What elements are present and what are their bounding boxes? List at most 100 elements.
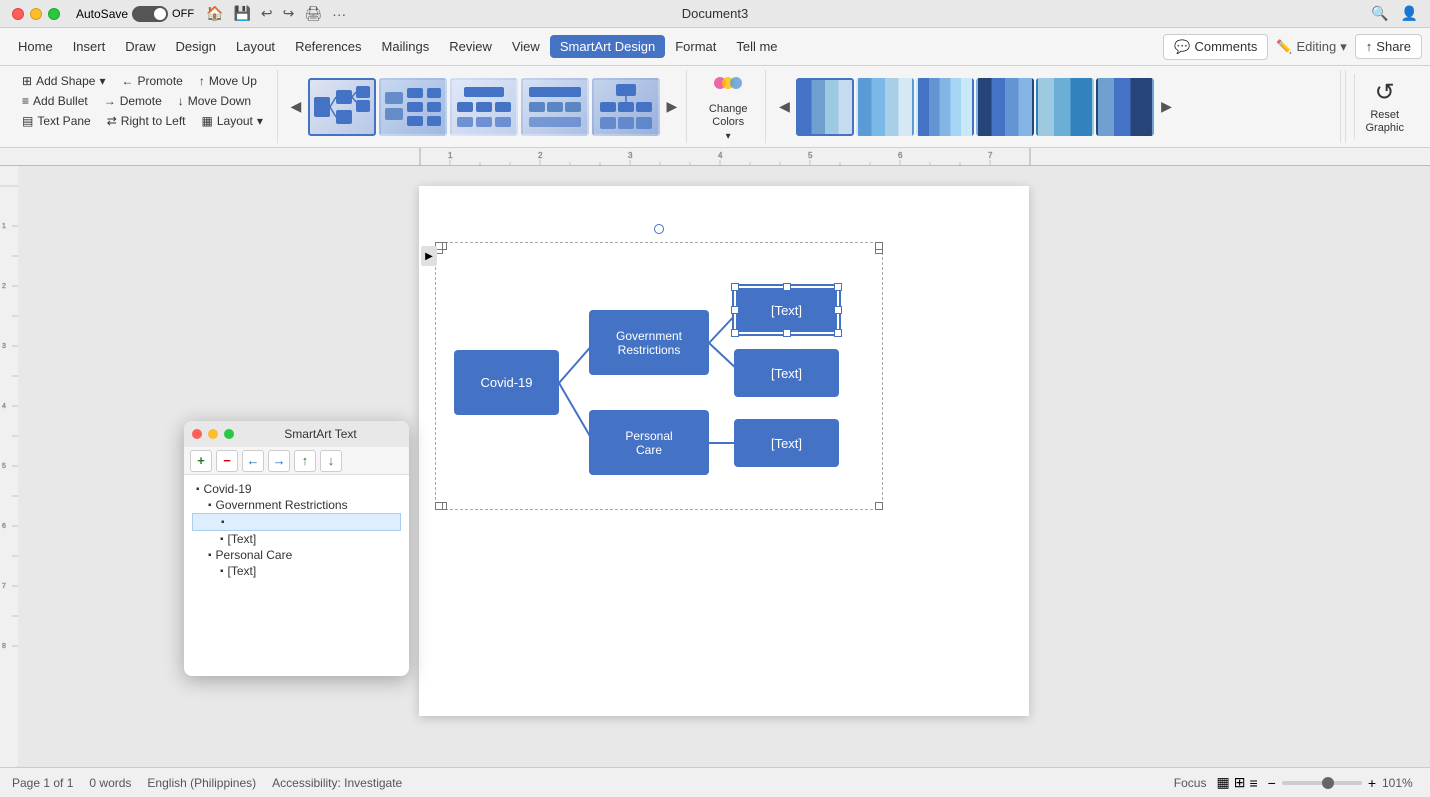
outer-handle-bl[interactable]: [435, 502, 443, 510]
document-area[interactable]: SmartArt Text + − ← → ↑ ↓ ▪ Covid-19: [18, 166, 1430, 767]
expand-left-button[interactable]: ▶: [421, 246, 437, 266]
handle-tl[interactable]: [731, 283, 739, 291]
layouts-scroll-right-button[interactable]: ▶: [662, 72, 682, 142]
menu-insert[interactable]: Insert: [63, 35, 116, 58]
panel-move-up-button[interactable]: ↑: [294, 450, 316, 472]
color-styles-scroll-left-button[interactable]: ◀: [774, 72, 794, 142]
right-to-left-button[interactable]: ⇄ Right to Left: [101, 112, 192, 130]
panel-maximize-button[interactable]: [224, 429, 234, 439]
color-style-3[interactable]: [916, 78, 974, 136]
panel-minimize-button[interactable]: [208, 429, 218, 439]
panel-item-covid[interactable]: ▪ Covid-19: [192, 481, 401, 497]
layout-style-1[interactable]: [308, 78, 376, 136]
web-layout-button[interactable]: ⊞: [1234, 774, 1246, 791]
close-button[interactable]: [12, 8, 24, 20]
focus-view-button[interactable]: ≡: [1249, 775, 1257, 791]
add-bullet-button[interactable]: ≡ Add Bullet: [16, 92, 94, 110]
layouts-scroll-left-button[interactable]: ◀: [286, 72, 306, 142]
outer-handle-tr[interactable]: [875, 242, 883, 250]
focus-button[interactable]: Focus: [1174, 776, 1207, 790]
menu-tell-me[interactable]: Tell me: [726, 35, 787, 58]
menu-review[interactable]: Review: [439, 35, 502, 58]
home-icon[interactable]: 🏠: [206, 5, 223, 22]
redo-icon[interactable]: ↪: [283, 5, 295, 22]
rotation-handle[interactable]: [654, 224, 664, 234]
zoom-out-button[interactable]: −: [1268, 775, 1276, 791]
maximize-button[interactable]: [48, 8, 60, 20]
panel-item-text1[interactable]: ▪ [Text]: [192, 531, 401, 547]
layout-style-5[interactable]: [592, 78, 660, 136]
zoom-level[interactable]: 101%: [1382, 776, 1418, 790]
panel-item-care[interactable]: ▪ Personal Care: [192, 547, 401, 563]
panel-close-button[interactable]: [192, 429, 202, 439]
menu-layout[interactable]: Layout: [226, 35, 285, 58]
chevron-down-icon[interactable]: ▾: [1340, 39, 1347, 55]
titlebar: AutoSave OFF 🏠 💾 ↩ ↪ 🖨 ··· Document3 🔍 👤: [0, 0, 1430, 28]
layout-button[interactable]: ▦ Layout ▾: [196, 112, 269, 130]
demote-button[interactable]: → Demote: [98, 92, 168, 110]
handle-ml[interactable]: [731, 306, 739, 314]
accessibility-info[interactable]: Accessibility: Investigate: [272, 776, 402, 790]
text-pane-button[interactable]: ▤ Text Pane: [16, 112, 97, 130]
smartart-diagram[interactable]: Covid-19 GovernmentRestrictions Personal…: [439, 246, 879, 506]
node-text-2[interactable]: [Text]: [734, 349, 839, 397]
node-text-3[interactable]: [Text]: [734, 419, 839, 467]
language-selector[interactable]: English (Philippines): [147, 776, 256, 790]
move-down-button[interactable]: ↓ Move Down: [172, 92, 257, 110]
handle-tr[interactable]: [834, 283, 842, 291]
promote-button[interactable]: ← Promote: [115, 72, 188, 90]
layout-style-2[interactable]: [379, 78, 447, 136]
share-button[interactable]: ↑ Share: [1355, 34, 1422, 59]
change-colors-button[interactable]: ChangeColors ▾: [699, 67, 758, 146]
handle-bl[interactable]: [731, 329, 739, 337]
panel-item-gov[interactable]: ▪ Government Restrictions: [192, 497, 401, 513]
panel-indent-right-button[interactable]: →: [268, 450, 290, 472]
handle-br[interactable]: [834, 329, 842, 337]
reset-graphic-button[interactable]: ↺ ResetGraphic: [1354, 74, 1414, 139]
add-shape-button[interactable]: ⊞ Add Shape ▾: [16, 72, 111, 90]
outer-handle-br[interactable]: [875, 502, 883, 510]
menu-home[interactable]: Home: [8, 35, 63, 58]
search-icon[interactable]: 🔍: [1371, 5, 1388, 22]
menu-draw[interactable]: Draw: [115, 35, 165, 58]
menu-view[interactable]: View: [502, 35, 550, 58]
panel-indent-left-button[interactable]: ←: [242, 450, 264, 472]
handle-bm[interactable]: [783, 329, 791, 337]
color-style-1[interactable]: [796, 78, 854, 136]
menu-format[interactable]: Format: [665, 35, 726, 58]
color-style-6[interactable]: [1096, 78, 1154, 136]
menu-smartart-design[interactable]: SmartArt Design: [550, 35, 665, 58]
panel-item-text2[interactable]: ▪ [Text]: [192, 563, 401, 579]
color-style-4[interactable]: [976, 78, 1034, 136]
comments-button[interactable]: 💬 Comments: [1163, 34, 1268, 60]
print-icon[interactable]: 🖨: [304, 5, 322, 22]
minimize-button[interactable]: [30, 8, 42, 20]
menu-design[interactable]: Design: [166, 35, 226, 58]
handle-tm[interactable]: [783, 283, 791, 291]
node-gov-restrictions[interactable]: GovernmentRestrictions: [589, 310, 709, 375]
menu-references[interactable]: References: [285, 35, 371, 58]
layout-style-3[interactable]: [450, 78, 518, 136]
panel-add-button[interactable]: +: [190, 450, 212, 472]
account-icon[interactable]: 👤: [1401, 5, 1418, 22]
panel-item-empty[interactable]: ▪: [192, 513, 401, 531]
node-covid[interactable]: Covid-19: [454, 350, 559, 415]
handle-mr[interactable]: [834, 306, 842, 314]
save-icon[interactable]: 💾: [233, 5, 250, 22]
undo-icon[interactable]: ↩: [261, 5, 273, 22]
zoom-in-button[interactable]: +: [1368, 775, 1376, 791]
zoom-slider[interactable]: [1282, 781, 1362, 785]
autosave-toggle[interactable]: [132, 6, 168, 22]
node-personal-care[interactable]: PersonalCare: [589, 410, 709, 475]
node-text-1[interactable]: [Text]: [734, 286, 839, 334]
panel-remove-button[interactable]: −: [216, 450, 238, 472]
panel-move-down-button[interactable]: ↓: [320, 450, 342, 472]
color-style-5[interactable]: [1036, 78, 1094, 136]
print-layout-button[interactable]: ▦: [1216, 774, 1229, 791]
more-actions-icon[interactable]: ···: [332, 6, 346, 22]
color-style-2[interactable]: [856, 78, 914, 136]
layout-style-4[interactable]: [521, 78, 589, 136]
move-up-button[interactable]: ↑ Move Up: [193, 72, 263, 90]
color-styles-scroll-right-button[interactable]: ▶: [1156, 72, 1176, 142]
menu-mailings[interactable]: Mailings: [372, 35, 440, 58]
